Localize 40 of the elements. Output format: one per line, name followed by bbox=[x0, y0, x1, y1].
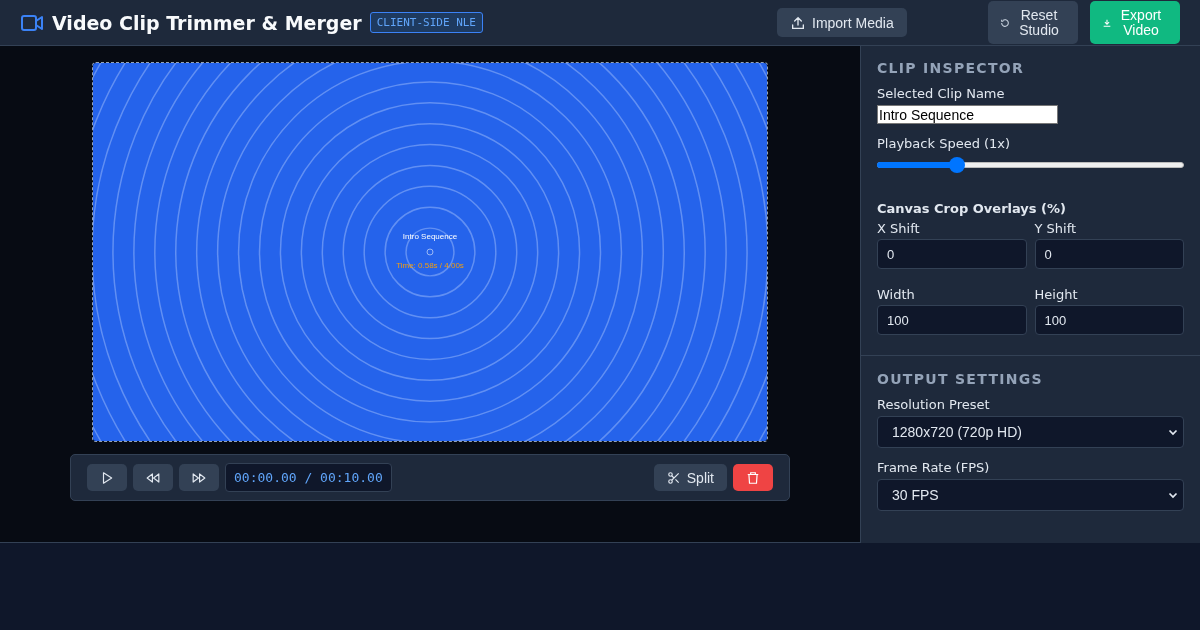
reset-studio-button[interactable]: Reset Studio bbox=[988, 1, 1078, 44]
rewind-button[interactable] bbox=[133, 464, 173, 491]
dropdown[interactable]: 30 FPS bbox=[877, 479, 1184, 511]
field-label: Resolution Preset bbox=[877, 397, 991, 412]
play-icon bbox=[100, 470, 114, 485]
field-label: Y Shift bbox=[1034, 221, 1078, 236]
field-label: Frame Rate (FPS) bbox=[877, 460, 991, 475]
trash-icon bbox=[746, 470, 760, 485]
number-field[interactable]: 100 bbox=[1034, 305, 1184, 335]
import-media-button[interactable]: Import Media bbox=[777, 8, 907, 37]
timecode: 00:00.00 / 00:10.00 bbox=[225, 463, 392, 492]
play-button[interactable] bbox=[87, 464, 127, 491]
split-button[interactable]: Split bbox=[653, 464, 727, 491]
app-title: Video Clip Trimmer & Merger bbox=[52, 11, 362, 34]
field-label: Selected Clip Name bbox=[877, 86, 1006, 101]
time-label: Time: 0.58s / 4.00s bbox=[396, 261, 464, 270]
upload-icon bbox=[790, 14, 806, 31]
fast-forward-icon bbox=[192, 470, 206, 485]
field-label: X Shift bbox=[877, 221, 921, 236]
rewind-icon bbox=[146, 470, 160, 485]
reset-icon bbox=[1000, 17, 1010, 28]
subsection-heading: Canvas Crop Overlays (%) bbox=[877, 201, 1068, 216]
section-heading: CLIP INSPECTOR bbox=[877, 60, 1026, 76]
scissors-icon bbox=[666, 470, 681, 485]
dropdown[interactable]: 1280x720 (720p HD) bbox=[877, 416, 1184, 448]
speed-slider[interactable] bbox=[877, 157, 1184, 173]
number-field[interactable]: 0 bbox=[877, 239, 1027, 269]
clip-name-field[interactable]: Intro Sequence bbox=[877, 105, 1058, 124]
clip-label: Intro Sequence bbox=[402, 232, 458, 241]
download-icon bbox=[1102, 17, 1112, 28]
fast-forward-button[interactable] bbox=[179, 464, 219, 491]
section-heading: OUTPUT SETTINGS bbox=[877, 371, 1044, 387]
field-label: Width bbox=[877, 287, 916, 302]
delete-button[interactable] bbox=[733, 464, 773, 491]
field-label: Playback Speed (1x) bbox=[877, 136, 1012, 151]
field-label: Height bbox=[1034, 287, 1079, 302]
mode-badge: CLIENT-SIDE NLE bbox=[369, 12, 483, 33]
slider-thumb[interactable] bbox=[948, 157, 965, 173]
number-field[interactable]: 0 bbox=[1034, 239, 1184, 269]
number-field[interactable]: 100 bbox=[877, 305, 1027, 335]
